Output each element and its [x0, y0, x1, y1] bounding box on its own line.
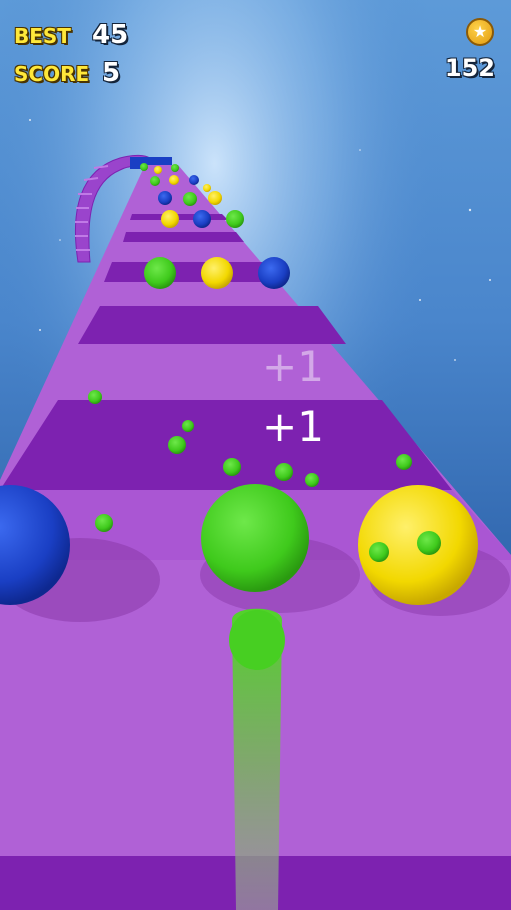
player-ball [229, 610, 285, 670]
game-scene[interactable]: +1 +1 BEST 45 SCORE 5 ★ 152 [0, 0, 511, 910]
game-world [0, 0, 511, 910]
score-value: 5 [102, 58, 121, 88]
droplet-on-yellow [417, 531, 441, 555]
score-popup: +1 [262, 402, 324, 451]
score-popup: +1 [262, 342, 324, 391]
coin-star-icon: ★ [466, 18, 494, 46]
droplet-on-yellow [369, 542, 389, 562]
green-ball [201, 484, 309, 592]
best-value: 45 [92, 20, 129, 50]
best-label: BEST [14, 24, 71, 48]
score-label: SCORE [14, 62, 90, 86]
coin-count: 152 [444, 54, 495, 82]
